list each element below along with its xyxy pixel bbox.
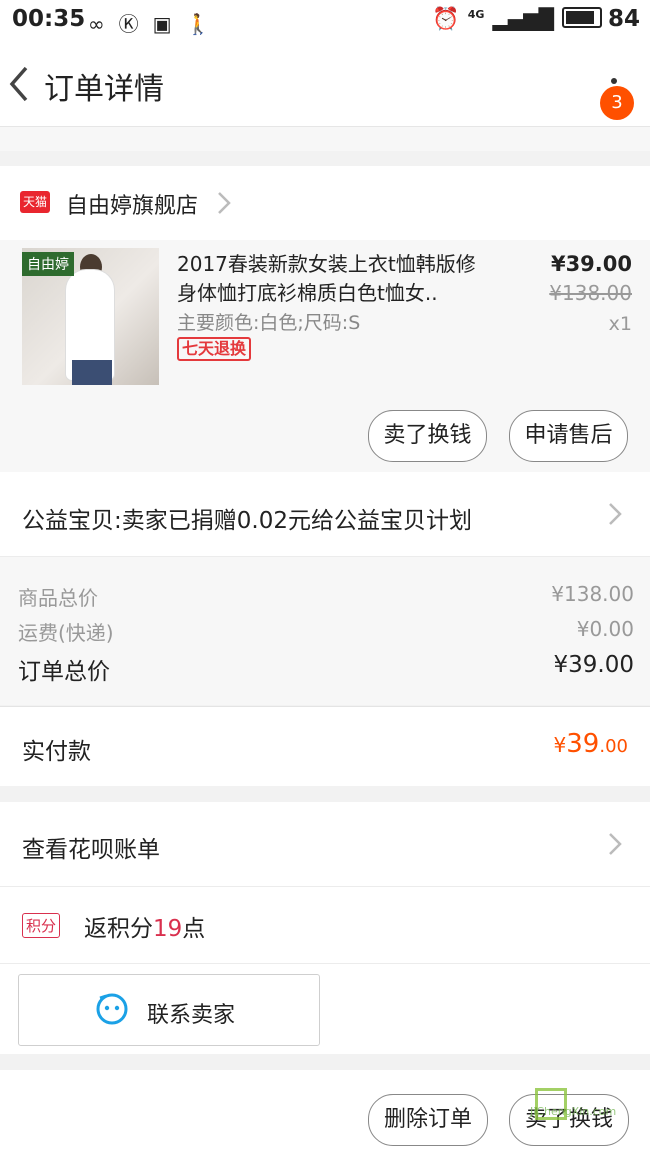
paid-amount: ¥39.00 — [554, 729, 628, 759]
shop-name: 自由婷旗舰店 — [66, 194, 199, 219]
paid-decimal: .00 — [599, 736, 628, 757]
chat-bubble-icon — [96, 993, 128, 1025]
points-suffix: 点 — [182, 916, 206, 942]
paid-currency: ¥ — [553, 733, 567, 757]
charity-row[interactable]: 公益宝贝:卖家已捐赠0.02元给公益宝贝计划 — [0, 472, 650, 557]
battery-level: 84 — [607, 6, 640, 32]
shipping-value: ¥0.00 — [576, 617, 634, 641]
points-prefix: 返积分 — [84, 916, 153, 942]
charity-text: 公益宝贝:卖家已捐赠0.02元给公益宝贝计划 — [22, 508, 472, 534]
section-divider — [0, 126, 650, 151]
chevron-right-icon — [609, 833, 622, 855]
original-price: ¥138.00 — [549, 281, 632, 305]
notification-badge: 3 — [600, 86, 634, 120]
price-summary: 商品总价 ¥138.00 运费(快递) ¥0.00 订单总价 ¥39.00 — [0, 557, 650, 705]
shipping-label: 运费(快递) — [18, 621, 114, 645]
contact-seller-button[interactable]: 联系卖家 — [18, 974, 320, 1046]
after-sales-button[interactable]: 申请售后 — [509, 410, 628, 462]
huabei-bill-row[interactable]: 查看花呗账单 — [0, 802, 650, 887]
signal-icon: ▂▄▆█ — [492, 7, 554, 31]
product-quantity: x1 — [608, 313, 632, 335]
status-icons: ∞Ⓚ▣🚶 — [88, 8, 224, 37]
k-icon: Ⓚ — [118, 12, 153, 36]
goods-total-value: ¥138.00 — [551, 582, 634, 606]
brand-logo: 自由婷 — [22, 252, 74, 276]
points-tag: 积分 — [22, 913, 61, 938]
section-divider — [0, 786, 650, 802]
nav-bar: 订单详情 3 — [0, 40, 650, 126]
image-icon: ▣ — [152, 12, 186, 36]
order-total-label: 订单总价 — [18, 659, 110, 685]
watermark-text: JiChengXin.com — [530, 1105, 617, 1118]
contact-seller-label: 联系卖家 — [147, 1003, 236, 1028]
model-jeans — [72, 360, 112, 385]
section-divider — [0, 1054, 650, 1070]
goods-total-label: 商品总价 — [18, 586, 98, 610]
status-time: 00:35 — [12, 6, 86, 32]
contact-section: 联系卖家 — [0, 964, 650, 1054]
tmall-badge: 天猫 — [20, 191, 50, 213]
battery-icon — [561, 7, 602, 28]
product-thumbnail[interactable]: 自由婷 — [22, 248, 159, 385]
chevron-right-icon — [218, 192, 231, 214]
paid-label: 实付款 — [22, 739, 91, 765]
back-arrow-icon[interactable] — [6, 64, 36, 104]
infinity-icon: ∞ — [88, 12, 119, 36]
huabei-bill-text: 查看花呗账单 — [22, 837, 160, 863]
order-item[interactable]: 自由婷 2017春装新款女装上衣t恤韩版修身体恤打底衫棉质白色t恤女.. 主要颜… — [0, 240, 650, 472]
shop-row[interactable]: 天猫 自由婷旗舰店 — [0, 166, 650, 240]
chevron-right-icon — [609, 503, 622, 525]
paid-integer: 39 — [566, 729, 600, 759]
points-text: 返积分19点 — [84, 909, 205, 943]
network-type: 4G — [467, 8, 485, 21]
seven-day-return-tag: 七天退换 — [177, 337, 252, 361]
status-right: ⏰ 4G ▂▄▆█ 84 — [432, 6, 640, 32]
page-title: 订单详情 — [44, 72, 164, 107]
walk-icon: 🚶 — [185, 12, 225, 36]
paid-row: 实付款 ¥39.00 — [0, 706, 650, 787]
delete-order-button[interactable]: 删除订单 — [368, 1094, 488, 1146]
product-price: ¥39.00 — [550, 252, 632, 276]
alarm-icon: ⏰ — [432, 7, 460, 32]
product-sku: 主要颜色:白色;尺码:S — [177, 312, 361, 334]
status-bar: 00:35 ∞Ⓚ▣🚶 ⏰ 4G ▂▄▆█ 84 — [0, 0, 650, 40]
points-number: 19 — [153, 916, 183, 942]
order-total-value: ¥39.00 — [553, 652, 634, 678]
sell-for-cash-button[interactable]: 卖了换钱 — [368, 410, 487, 462]
product-title: 2017春装新款女装上衣t恤韩版修身体恤打底衫棉质白色t恤女.. — [177, 252, 476, 305]
sell-for-cash-button-bottom[interactable]: 卖了换钱 — [509, 1094, 629, 1146]
points-row: 积分 返积分19点 — [0, 887, 650, 964]
